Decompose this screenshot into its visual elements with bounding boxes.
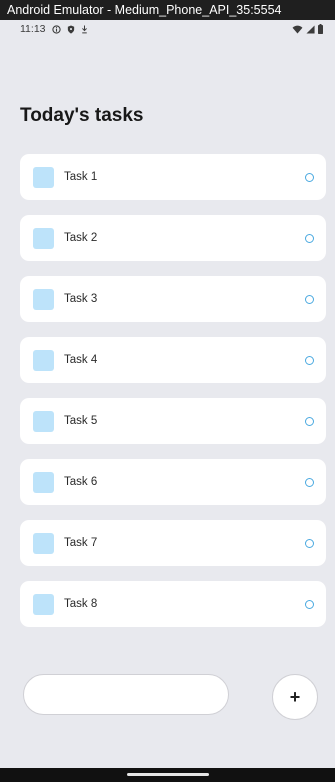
- task-item[interactable]: Task 2: [20, 215, 326, 261]
- task-item[interactable]: Task 8: [20, 581, 326, 627]
- status-circle-icon: [305, 233, 314, 243]
- page-title: Today's tasks: [20, 105, 144, 126]
- plus-icon: +: [289, 686, 301, 707]
- task-list: Task 1 Task 2 Task 3 Task 4 Task 5 Task …: [20, 154, 326, 642]
- task-checkbox[interactable]: [33, 532, 54, 554]
- task-checkbox[interactable]: [33, 410, 54, 432]
- task-checkbox[interactable]: [33, 471, 54, 493]
- task-item[interactable]: Task 1: [20, 154, 326, 200]
- battery-icon: [318, 24, 323, 34]
- task-item[interactable]: Task 5: [20, 398, 326, 444]
- task-checkbox[interactable]: [33, 349, 54, 371]
- status-time: 11:13: [20, 23, 46, 35]
- status-bar: 11:13: [0, 20, 335, 38]
- download-icon: [81, 24, 88, 34]
- status-circle-icon: [305, 599, 314, 609]
- task-label: Task 3: [64, 293, 98, 305]
- task-checkbox[interactable]: [33, 166, 54, 188]
- navigation-bar: [0, 768, 335, 782]
- app-window: Android Emulator - Medium_Phone_API_35:5…: [0, 0, 335, 782]
- task-item[interactable]: Task 6: [20, 459, 326, 505]
- status-circle-icon: [305, 355, 314, 365]
- wifi-icon: [292, 25, 303, 34]
- window-title-bar: Android Emulator - Medium_Phone_API_35:5…: [0, 0, 335, 20]
- task-checkbox[interactable]: [33, 227, 54, 249]
- task-label: Task 7: [64, 537, 98, 549]
- task-label: Task 8: [64, 598, 98, 610]
- shield-icon: [67, 24, 75, 34]
- signal-icon: [306, 24, 315, 34]
- task-checkbox[interactable]: [33, 288, 54, 310]
- task-label: Task 4: [64, 354, 98, 366]
- status-circle-icon: [305, 172, 314, 182]
- window-title: Android Emulator - Medium_Phone_API_35:5…: [7, 3, 282, 17]
- status-circle-icon: [305, 538, 314, 548]
- task-item[interactable]: Task 3: [20, 276, 326, 322]
- status-circle-icon: [305, 294, 314, 304]
- task-checkbox[interactable]: [33, 593, 54, 615]
- status-left-group: 11:13: [20, 23, 88, 35]
- new-task-input[interactable]: [23, 674, 229, 715]
- task-item[interactable]: Task 4: [20, 337, 326, 383]
- home-gesture-handle[interactable]: [127, 773, 209, 776]
- task-label: Task 2: [64, 232, 98, 244]
- task-item[interactable]: Task 7: [20, 520, 326, 566]
- status-right-group: [292, 24, 323, 34]
- status-circle-icon: [305, 416, 314, 426]
- status-circle-icon: [305, 477, 314, 487]
- add-task-button[interactable]: +: [272, 674, 318, 720]
- task-label: Task 1: [64, 171, 98, 183]
- task-label: Task 6: [64, 476, 98, 488]
- info-icon: [51, 24, 61, 34]
- task-label: Task 5: [64, 415, 98, 427]
